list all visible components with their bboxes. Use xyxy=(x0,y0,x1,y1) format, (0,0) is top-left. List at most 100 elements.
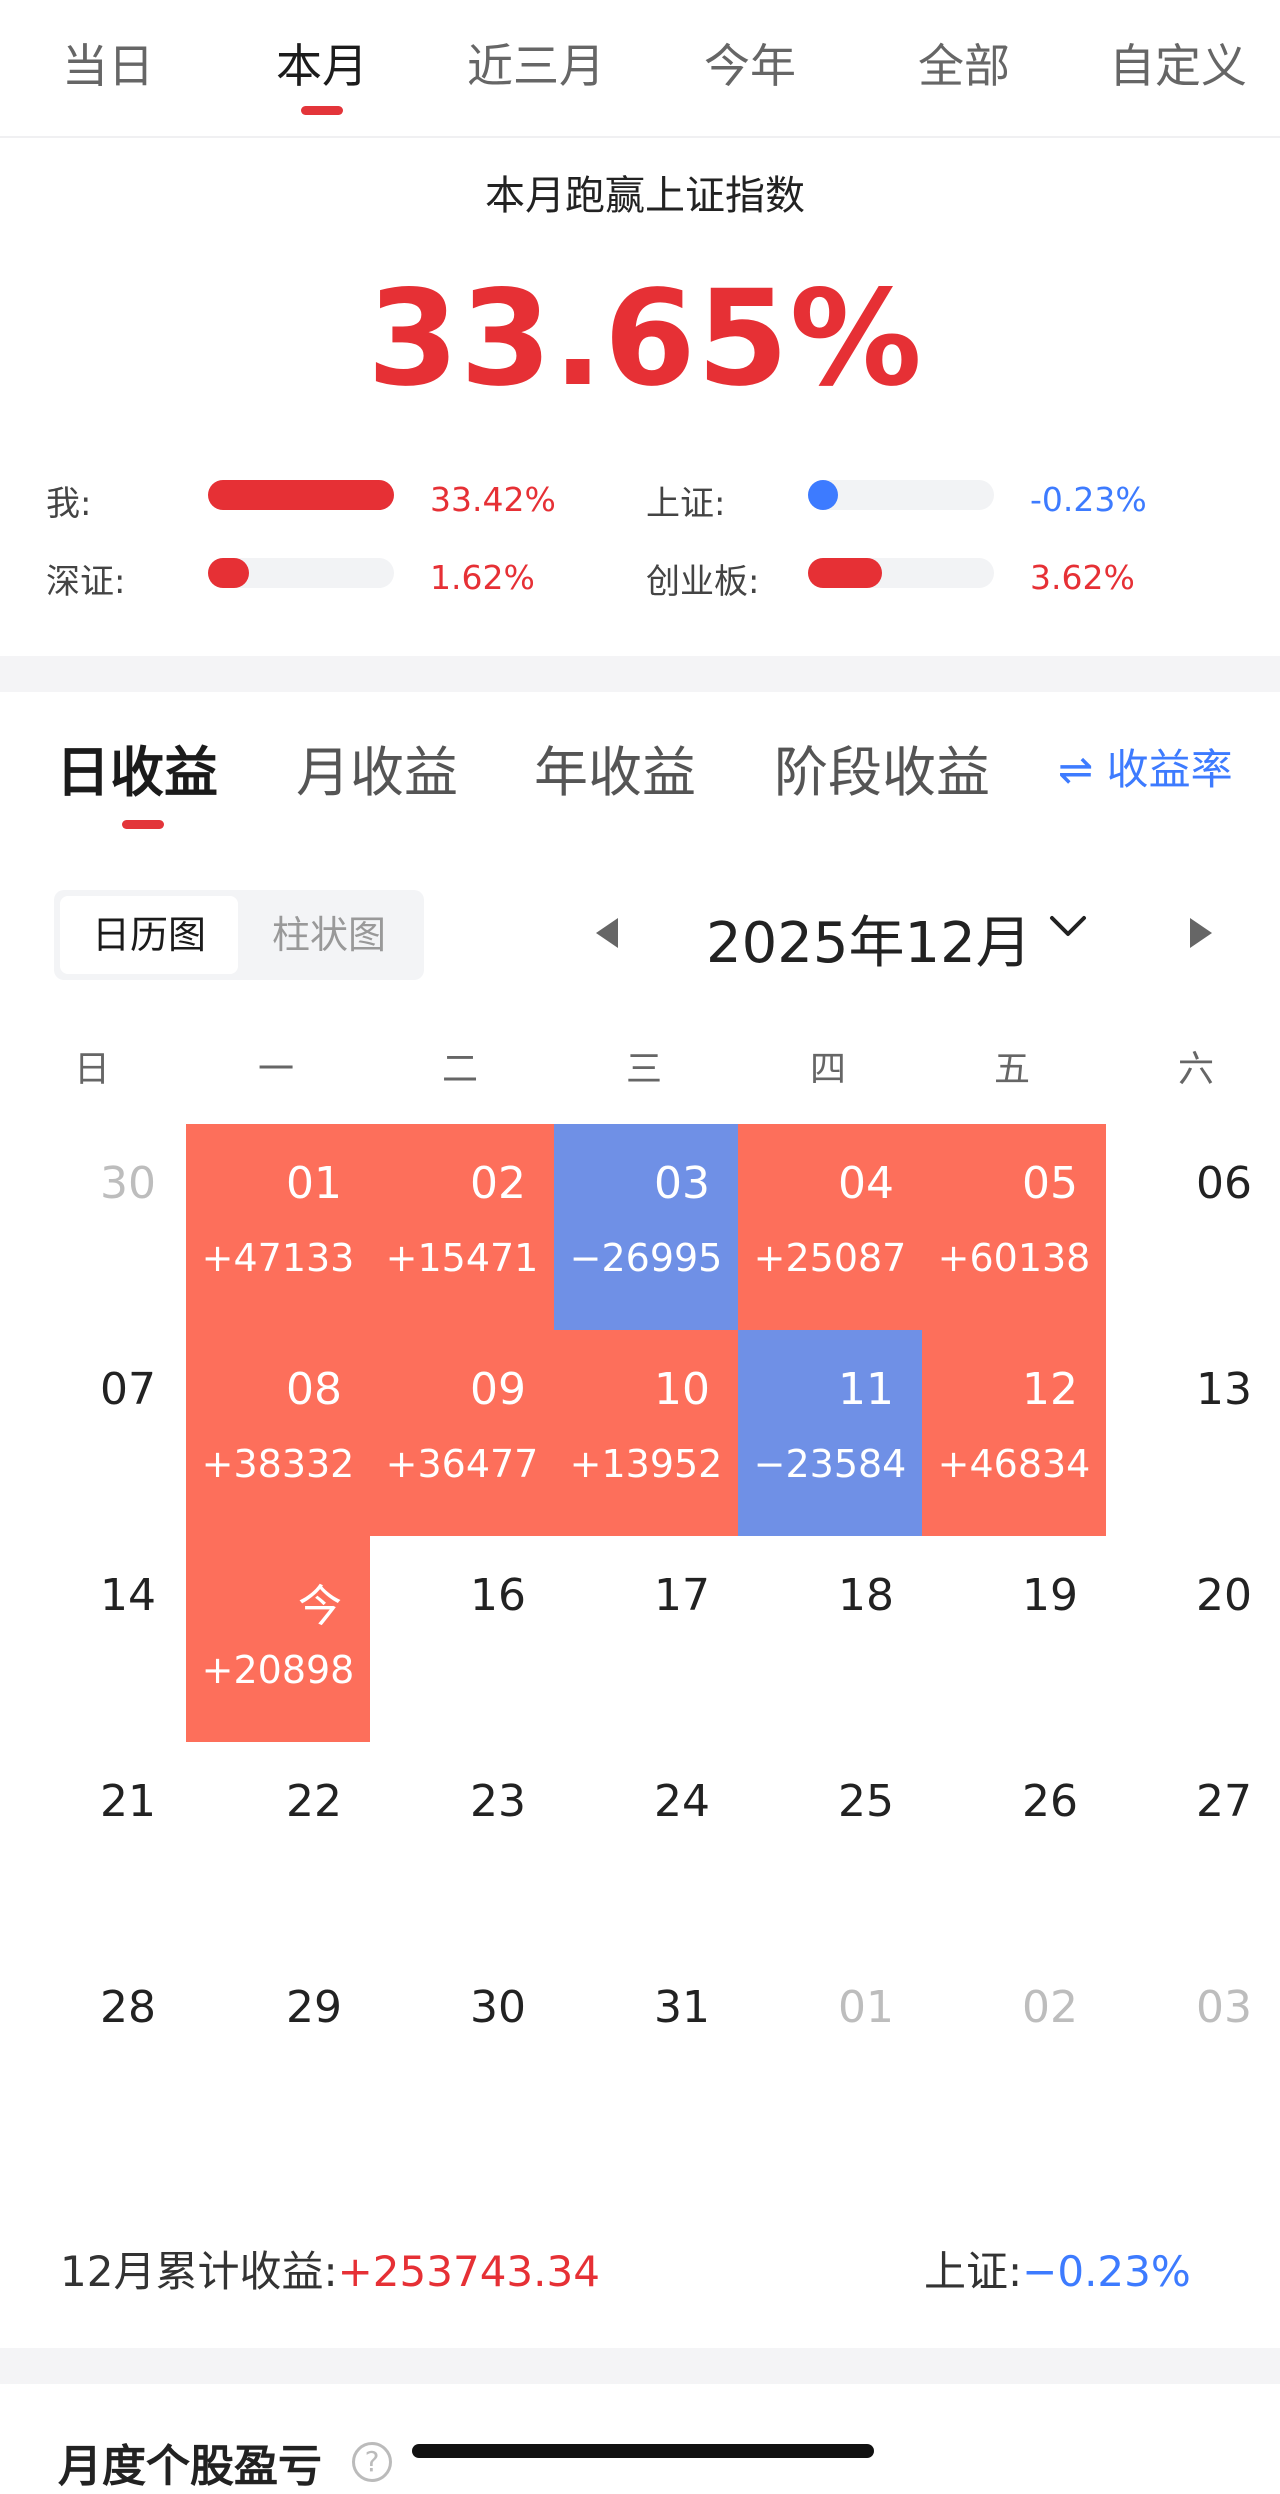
compare-bar-shanghai xyxy=(808,480,994,510)
calendar-day-number: 18 xyxy=(838,1570,894,1621)
month-label[interactable]: 2025年12月 xyxy=(706,898,1032,979)
calendar-day-return: +20898 xyxy=(201,1648,355,1692)
calendar-day-cell[interactable]: 08 +38332 xyxy=(186,1330,370,1536)
return-rate-label: 收益率 xyxy=(1106,745,1233,794)
calendar-day-number: 28 xyxy=(100,1982,156,2033)
calendar-day-cell[interactable]: 01 xyxy=(738,1948,922,2154)
calendar-day-number: 10 xyxy=(654,1364,710,1415)
calendar-day-cell[interactable]: 12 +46834 xyxy=(922,1330,1106,1536)
calendar-day-cell[interactable]: 今 +20898 xyxy=(186,1536,370,1742)
weekday-label: 一 xyxy=(257,1049,294,1090)
calendar-day-number: 03 xyxy=(654,1158,710,1209)
calendar-day-cell[interactable]: 21 xyxy=(0,1742,184,1948)
calendar-day-cell[interactable]: 30 xyxy=(370,1948,554,2154)
tab-today[interactable]: 当日 xyxy=(18,30,198,96)
tab-daily-return[interactable]: 日收益 xyxy=(56,728,218,807)
calendar-day-cell[interactable]: 25 xyxy=(738,1742,922,1948)
calendar-day-number: 04 xyxy=(838,1158,894,1209)
calendar-day-cell[interactable]: 30 xyxy=(0,1124,184,1330)
calendar-day-number: 27 xyxy=(1196,1776,1252,1827)
compare-bar-me xyxy=(208,480,394,510)
calendar-day-cell[interactable]: 07 xyxy=(0,1330,184,1536)
calendar-day-cell[interactable]: 29 xyxy=(186,1948,370,2154)
calendar-day-return: −26995 xyxy=(569,1236,723,1280)
calendar-day-cell[interactable]: 18 xyxy=(738,1536,922,1742)
calendar-day-number: 30 xyxy=(100,1158,156,1209)
calendar-day-cell[interactable]: 26 xyxy=(922,1742,1106,1948)
calendar-day-number: 19 xyxy=(1022,1570,1078,1621)
calendar-day-cell[interactable]: 16 xyxy=(370,1536,554,1742)
home-indicator xyxy=(412,2444,874,2458)
weekday-label: 六 xyxy=(1177,1049,1214,1090)
cumulative-value: +253743.34 xyxy=(337,2247,600,2296)
calendar-day-cell[interactable]: 02 +15471 xyxy=(370,1124,554,1330)
calendar-day-return: +25087 xyxy=(753,1236,907,1280)
calendar-day-cell[interactable]: 27 xyxy=(1096,1742,1280,1948)
calendar-view-button[interactable]: 日历图 xyxy=(60,896,238,974)
calendar-day-cell[interactable]: 19 xyxy=(922,1536,1106,1742)
return-rate-toggle[interactable]: ⇌ 收益率 xyxy=(1058,736,1233,797)
tab-three-months[interactable]: 近三月 xyxy=(446,30,626,96)
sh-label: 上证: xyxy=(924,2247,1023,2296)
calendar-day-cell[interactable]: 11 −23584 xyxy=(738,1330,922,1536)
calendar-day-cell[interactable]: 01 +47133 xyxy=(186,1124,370,1330)
calendar-day-number: 29 xyxy=(286,1982,342,2033)
calendar-day-number: 14 xyxy=(100,1570,156,1621)
weekday-label: 四 xyxy=(809,1049,846,1090)
calendar-day-cell[interactable]: 04 +25087 xyxy=(738,1124,922,1330)
calendar-day-cell[interactable]: 23 xyxy=(370,1742,554,1948)
tab-this-month[interactable]: 本月 xyxy=(232,30,412,96)
calendar-day-number: 22 xyxy=(286,1776,342,1827)
calendar-day-number: 26 xyxy=(1022,1776,1078,1827)
tab-period-return[interactable]: 阶段收益 xyxy=(774,728,990,807)
tab-this-year[interactable]: 今年 xyxy=(660,30,840,96)
next-month-arrow-icon[interactable] xyxy=(1190,918,1212,948)
section-divider xyxy=(0,656,1280,692)
bar-view-button[interactable]: 柱状图 xyxy=(240,896,418,974)
calendar-day-cell[interactable]: 02 xyxy=(922,1948,1106,2154)
prev-month-arrow-icon[interactable] xyxy=(596,918,618,948)
tab-yearly-return[interactable]: 年收益 xyxy=(534,728,696,807)
calendar-day-cell[interactable]: 22 xyxy=(186,1742,370,1948)
calendar-day-cell[interactable]: 03 xyxy=(1096,1948,1280,2154)
calendar-day-cell[interactable]: 10 +13952 xyxy=(554,1330,738,1536)
tab-all[interactable]: 全部 xyxy=(874,30,1054,96)
compare-label-shenzhen: 深证: xyxy=(46,562,126,602)
calendar-day-cell[interactable]: 05 +60138 xyxy=(922,1124,1106,1330)
view-toggle: 日历图 柱状图 xyxy=(54,890,424,980)
calendar-day-number: 05 xyxy=(1022,1158,1078,1209)
calendar-day-return: +15471 xyxy=(385,1236,539,1280)
tab-monthly-return[interactable]: 月收益 xyxy=(296,728,458,807)
summary-title: 本月跑赢上证指数 xyxy=(485,173,805,219)
calendar-day-number: 03 xyxy=(1196,1982,1252,2033)
calendar-day-cell[interactable]: 24 xyxy=(554,1742,738,1948)
calendar-day-cell[interactable]: 09 +36477 xyxy=(370,1330,554,1536)
tab-custom[interactable]: 自定义 xyxy=(1088,30,1268,96)
chevron-down-icon[interactable] xyxy=(1046,904,1090,948)
help-icon[interactable]: ? xyxy=(352,2442,392,2482)
calendar-day-cell[interactable]: 14 xyxy=(0,1536,184,1742)
calendar-day-number: 17 xyxy=(654,1570,710,1621)
calendar-day-number: 24 xyxy=(654,1776,710,1827)
calendar-day-number: 21 xyxy=(100,1776,156,1827)
calendar-day-number: 06 xyxy=(1196,1158,1252,1209)
calendar-day-return: +46834 xyxy=(937,1442,1091,1486)
calendar-day-cell[interactable]: 13 xyxy=(1096,1330,1280,1536)
calendar-day-number: 08 xyxy=(286,1364,342,1415)
section-divider-2 xyxy=(0,2348,1280,2384)
calendar-day-number: 13 xyxy=(1196,1364,1252,1415)
calendar-day-cell[interactable]: 17 xyxy=(554,1536,738,1742)
weekday-label: 三 xyxy=(625,1049,662,1090)
calendar-day-cell[interactable]: 20 xyxy=(1096,1536,1280,1742)
calendar-day-cell[interactable]: 03 −26995 xyxy=(554,1124,738,1330)
weekday-label: 二 xyxy=(441,1049,478,1090)
compare-value-shenzhen: 1.62% xyxy=(430,558,535,597)
calendar-day-number: 01 xyxy=(286,1158,342,1209)
compare-label-shanghai: 上证: xyxy=(646,484,726,524)
calendar-day-cell[interactable]: 06 xyxy=(1096,1124,1280,1330)
sh-value: −0.23% xyxy=(1022,2247,1191,2296)
calendar-day-cell[interactable]: 28 xyxy=(0,1948,184,2154)
outperform-percentage: 33.65% xyxy=(367,262,923,416)
calendar-day-cell[interactable]: 31 xyxy=(554,1948,738,2154)
calendar-day-number: 01 xyxy=(838,1982,894,2033)
